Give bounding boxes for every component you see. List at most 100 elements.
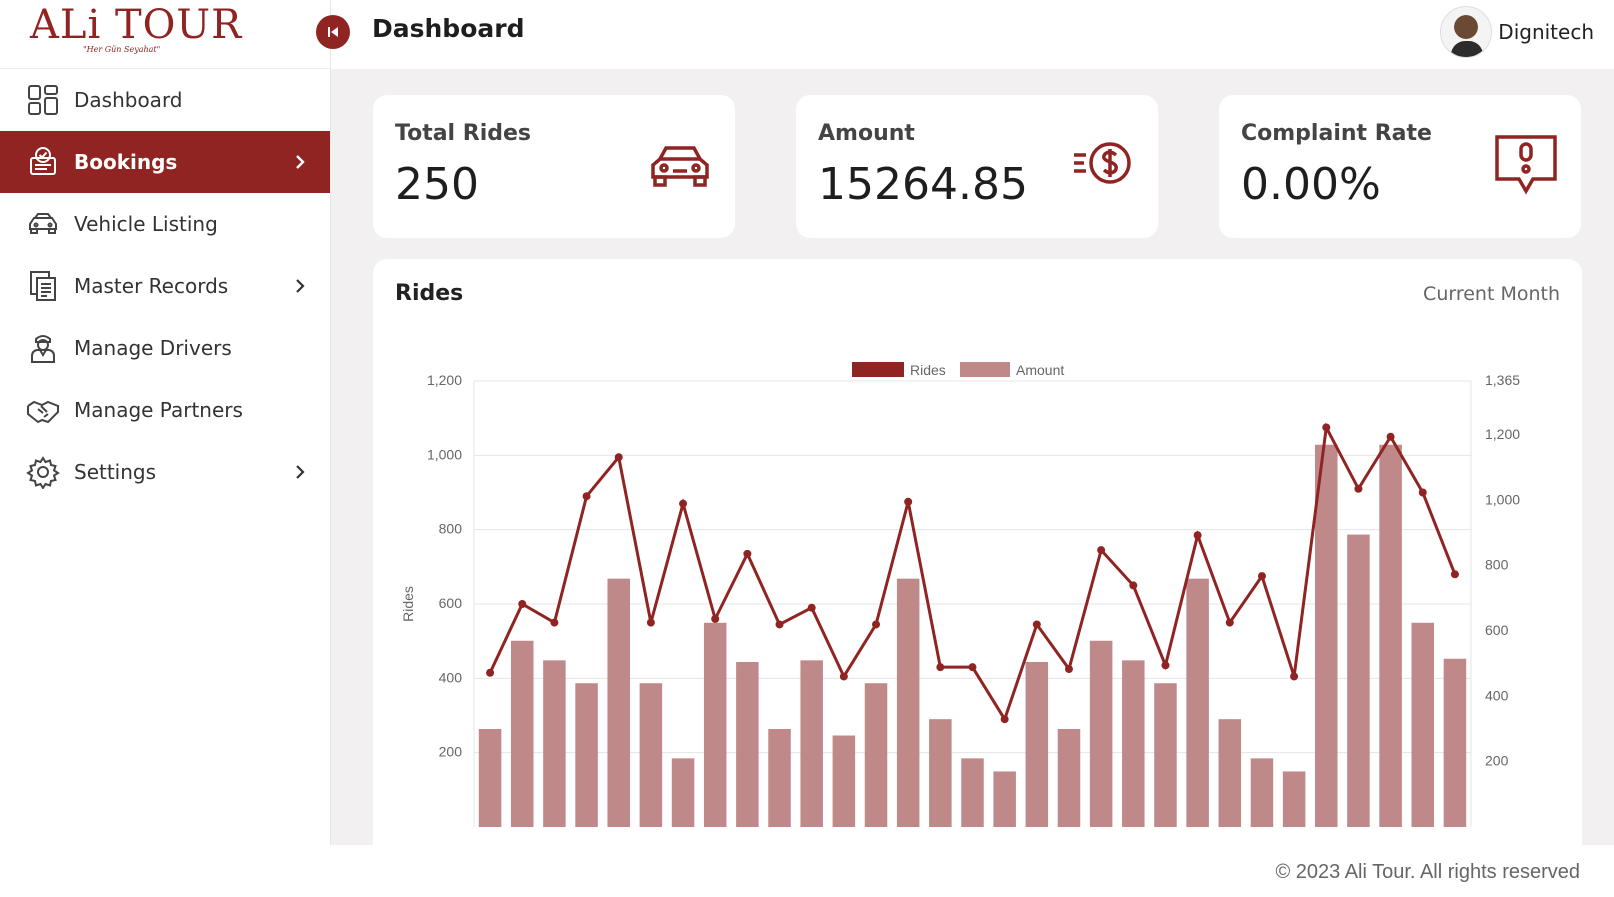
- amount-bar: [703, 622, 727, 827]
- rides-point: [518, 600, 527, 608]
- sidebar-item-label: Settings: [74, 460, 157, 484]
- rides-point: [614, 453, 623, 462]
- amount-bar: [1122, 660, 1145, 827]
- sidebar-item-label: Dashboard: [74, 88, 183, 112]
- legend-label-rides: Rides: [910, 362, 946, 378]
- handshake-icon: [26, 393, 60, 427]
- avatar[interactable]: [1440, 6, 1493, 58]
- gear-icon: [26, 455, 60, 489]
- amount-bar: [1025, 661, 1049, 827]
- amount-bar: [639, 683, 663, 827]
- amount-bar: [896, 578, 920, 827]
- rides-point: [807, 603, 816, 612]
- brand-tagline: "Her Gün Seyahat": [83, 45, 161, 54]
- rides-point: [1161, 661, 1170, 670]
- user-menu[interactable]: Dignitech: [1440, 6, 1594, 58]
- stat-card-total-rides: Total Rides 250: [373, 95, 735, 238]
- rides-point: [839, 672, 848, 681]
- copyright: © 2023 Ali Tour. All rights reserved: [1275, 861, 1580, 883]
- rides-line: [488, 422, 1457, 723]
- amount-bar: [864, 683, 888, 827]
- stat-label: Total Rides: [395, 121, 532, 146]
- legend-swatch-amount: [960, 362, 1010, 377]
- y-tick-label: 600: [439, 595, 463, 611]
- rides-point: [1290, 672, 1299, 681]
- rides-point: [679, 499, 688, 508]
- stat-value: 250: [395, 159, 479, 210]
- top-header: Dashboard Dignitech: [316, 0, 1614, 69]
- amount-bar: [510, 640, 534, 827]
- dashboard-icon: [26, 83, 60, 117]
- rides-point: [936, 663, 945, 672]
- y-right-tick-label: 200: [1485, 753, 1509, 769]
- documents-icon: [26, 269, 60, 303]
- rides-point: [1418, 488, 1427, 497]
- sidebar-item-manage-drivers[interactable]: Manage Drivers: [0, 317, 330, 379]
- rides-point: [1097, 546, 1106, 555]
- chevron-right-icon: [296, 155, 305, 169]
- sidebar-nav: Dashboard Bookings Vehicle Listing Maste…: [0, 69, 330, 503]
- sidebar-item-label: Manage Partners: [74, 398, 243, 422]
- sidebar-item-settings[interactable]: Settings: [0, 441, 330, 503]
- y-axis-title: Rides: [400, 586, 416, 622]
- collapse-sidebar-button[interactable]: [316, 15, 350, 49]
- rides-point: [1257, 572, 1266, 581]
- chevron-right-icon: [296, 279, 305, 293]
- sidebar-item-vehicle-listing[interactable]: Vehicle Listing: [0, 193, 330, 255]
- rides-point: [1386, 432, 1395, 441]
- amount-bar: [1218, 719, 1242, 827]
- rides-point: [1225, 618, 1234, 627]
- legend-label-amount: Amount: [1016, 362, 1064, 378]
- stat-label: Complaint Rate: [1241, 121, 1432, 146]
- amount-bar: [1154, 683, 1177, 827]
- y-tick-label: 800: [439, 521, 463, 537]
- stat-card-complaint-rate: Complaint Rate 0.00%: [1219, 95, 1581, 238]
- sidebar-item-label: Vehicle Listing: [74, 212, 218, 236]
- rides-point: [1322, 423, 1331, 432]
- sidebar-item-master-records[interactable]: Master Records: [0, 255, 330, 317]
- car-icon: [651, 146, 709, 187]
- rides-point: [550, 618, 559, 627]
- rides-chart-card: Rides Current Month 200 400 600 800 1,000 1,2…: [373, 259, 1582, 859]
- chevron-right-icon: [296, 465, 305, 479]
- rides-point: [968, 663, 977, 672]
- stat-value: 0.00%: [1241, 159, 1381, 210]
- sidebar-item-bookings[interactable]: Bookings: [0, 131, 330, 193]
- rides-point: [1000, 715, 1009, 724]
- y-tick-label: 200: [439, 744, 463, 760]
- amount-bar: [543, 660, 566, 827]
- amount-bar: [1443, 658, 1467, 827]
- amount-bar: [993, 771, 1016, 827]
- amount-bar: [1250, 758, 1274, 827]
- y-tick-label: 1,000: [427, 446, 462, 462]
- rides-chart: 200 400 600 800 1,000 1,200 200 400 600 800 1,000 1…: [400, 362, 1520, 827]
- rides-point: [872, 620, 881, 629]
- amount-bar: [1186, 578, 1209, 827]
- amount-bar: [607, 578, 630, 827]
- amount-bar: [800, 660, 823, 827]
- driver-icon: [26, 331, 60, 365]
- amount-bar: [671, 758, 695, 827]
- amount-bar: [1089, 640, 1113, 827]
- stat-label: Amount: [818, 121, 915, 146]
- sidebar-item-dashboard[interactable]: Dashboard: [0, 69, 330, 131]
- rides-point: [582, 492, 591, 501]
- sidebar: ALi TOUR "Her Gün Seyahat" Dashboard Boo…: [0, 0, 331, 845]
- user-name: Dignitech: [1498, 20, 1594, 44]
- sidebar-item-label: Manage Drivers: [74, 336, 232, 360]
- logo[interactable]: ALi TOUR "Her Gün Seyahat": [0, 0, 330, 69]
- stat-card-amount: Amount 15264.85: [796, 95, 1158, 238]
- stat-value: 15264.85: [818, 159, 1028, 210]
- y-right-tick-label: 400: [1485, 687, 1509, 703]
- amount-bar: [1411, 622, 1435, 827]
- y-right-tick-label: 600: [1485, 622, 1509, 638]
- amount-bar: [832, 735, 856, 827]
- y-tick-label: 1,200: [427, 372, 462, 388]
- brand-name: ALi TOUR: [30, 2, 243, 48]
- rides-point: [904, 497, 913, 506]
- app-root: ALi TOUR "Her Gün Seyahat" Dashboard Boo…: [0, 0, 1614, 897]
- rides-point: [711, 614, 720, 623]
- sidebar-item-manage-partners[interactable]: Manage Partners: [0, 379, 330, 441]
- amount-bar: [1347, 534, 1370, 827]
- rides-point: [646, 618, 655, 627]
